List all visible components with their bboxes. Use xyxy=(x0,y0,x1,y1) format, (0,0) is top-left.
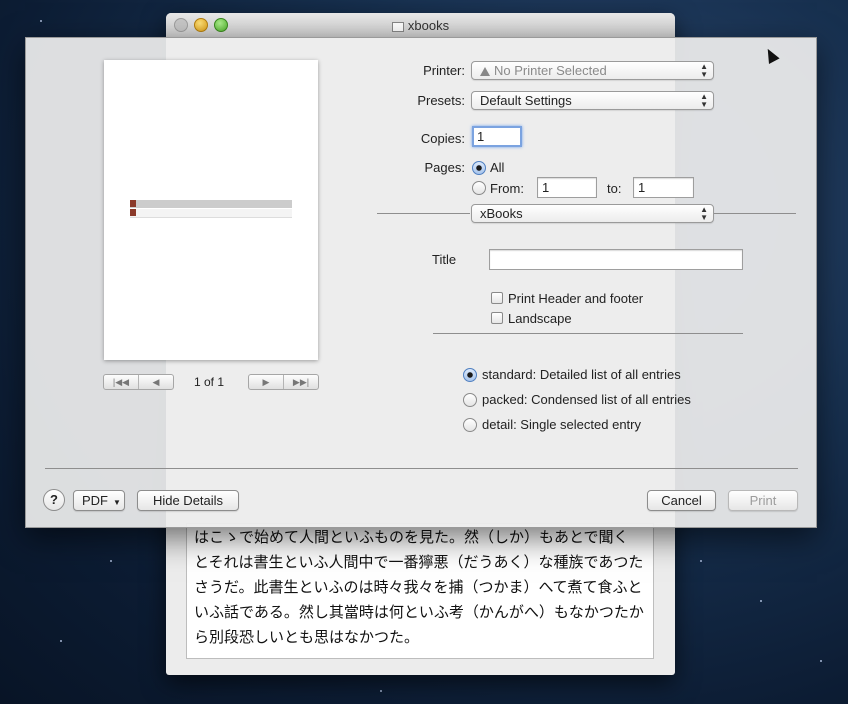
text-line: いふ話である。然し其當時は何といふ考（かんがへ）もなかつたか xyxy=(194,603,644,621)
next-page-button[interactable]: ▶ xyxy=(249,375,283,389)
pages-from-label: From: xyxy=(490,181,524,196)
header-footer-checkbox[interactable] xyxy=(491,292,503,304)
chevron-down-icon: ▼ xyxy=(113,498,121,507)
updown-arrows-icon: ▲ ▼ xyxy=(700,61,708,79)
print-sheet: |◀◀ ◀ 1 of 1 ▶ ▶▶| Printer: No Printer S… xyxy=(25,37,817,528)
layout-standard-label: standard: Detailed list of all entries xyxy=(482,367,681,382)
text-line: はこゝで始めて人間といふものを見た。然（しか）もあとで聞く xyxy=(194,528,629,546)
warning-icon xyxy=(480,67,490,76)
window-titlebar[interactable]: xbooks xyxy=(166,13,675,38)
last-page-button[interactable]: ▶▶| xyxy=(283,375,318,389)
updown-arrows-icon: ▲ ▼ xyxy=(700,91,708,109)
previous-page-button[interactable]: ◀ xyxy=(138,375,173,389)
layout-packed-label: packed: Condensed list of all entries xyxy=(482,392,691,407)
text-line: さうだ。此書生といふのは時々我々を捕（つかま）へて煮て食ふと xyxy=(194,578,643,596)
printer-value: No Printer Selected xyxy=(494,63,607,78)
pages-from-field[interactable]: 1 xyxy=(537,177,597,198)
separator xyxy=(377,213,470,214)
book-icon xyxy=(130,209,136,216)
pages-all-label: All xyxy=(490,160,505,175)
star xyxy=(820,660,822,662)
preview-table-header xyxy=(130,200,292,208)
first-page-button[interactable]: |◀◀ xyxy=(104,375,138,389)
hide-details-button[interactable]: Hide Details xyxy=(137,490,239,511)
pdf-menu-button[interactable]: PDF ▼ xyxy=(73,490,125,511)
preview-table xyxy=(130,200,292,220)
pages-to-label: to: xyxy=(607,181,622,196)
star xyxy=(760,600,762,602)
layout-standard-radio[interactable] xyxy=(463,368,477,382)
pdf-label: PDF xyxy=(82,493,108,508)
star xyxy=(700,560,702,562)
preview-back-nav: |◀◀ ◀ xyxy=(103,374,174,390)
cancel-button[interactable]: Cancel xyxy=(647,490,716,511)
layout-packed-radio[interactable] xyxy=(463,393,477,407)
pages-to-field[interactable]: 1 xyxy=(633,177,694,198)
title-label: Title xyxy=(432,252,457,267)
presets-popup[interactable]: Default Settings ▲ ▼ xyxy=(471,91,714,110)
separator xyxy=(45,468,798,469)
header-footer-label: Print Header and footer xyxy=(508,291,644,306)
landscape-label: Landscape xyxy=(508,311,572,326)
updown-arrows-icon: ▲ ▼ xyxy=(700,204,708,222)
window-title-text: xbooks xyxy=(407,18,450,33)
pages-label: Pages: xyxy=(424,160,465,175)
star xyxy=(60,640,62,642)
printer-popup[interactable]: No Printer Selected ▲ ▼ xyxy=(471,61,714,80)
copies-label: Copies: xyxy=(420,131,465,146)
section-value: xBooks xyxy=(480,206,523,221)
copies-field[interactable]: 1 xyxy=(472,126,522,147)
presets-label: Presets: xyxy=(417,93,465,108)
text-line: ら別段恐しいとも思はなかつた。 xyxy=(194,628,420,646)
book-icon xyxy=(130,200,136,207)
layout-detail-label: detail: Single selected entry xyxy=(482,417,641,432)
pages-all-radio[interactable] xyxy=(472,161,486,175)
window-title: xbooks xyxy=(166,18,675,33)
preview-table-row xyxy=(130,209,292,218)
star xyxy=(40,20,42,22)
star xyxy=(110,560,112,562)
separator xyxy=(714,213,796,214)
page-indicator: 1 of 1 xyxy=(194,375,225,389)
presets-value: Default Settings xyxy=(480,93,572,108)
preview-forward-nav: ▶ ▶▶| xyxy=(248,374,319,390)
layout-detail-radio[interactable] xyxy=(463,418,477,432)
section-popup[interactable]: xBooks ▲ ▼ xyxy=(471,204,714,223)
separator xyxy=(433,333,743,334)
title-field[interactable] xyxy=(489,249,743,270)
landscape-checkbox[interactable] xyxy=(491,312,503,324)
help-button[interactable]: ? xyxy=(43,489,65,511)
document-icon xyxy=(391,21,404,32)
star xyxy=(380,690,382,692)
abstract-text: はこゝで始めて人間といふものを見た。然（しか）もあとで聞く とそれは書生といふ人… xyxy=(194,525,654,650)
printer-label: Printer: xyxy=(423,63,465,78)
print-preview-page xyxy=(104,60,318,360)
pages-from-radio[interactable] xyxy=(472,181,486,195)
print-button[interactable]: Print xyxy=(728,490,798,511)
text-line: とそれは書生といふ人間中で一番獰悪（だうあく）な種族であつた xyxy=(194,553,644,571)
